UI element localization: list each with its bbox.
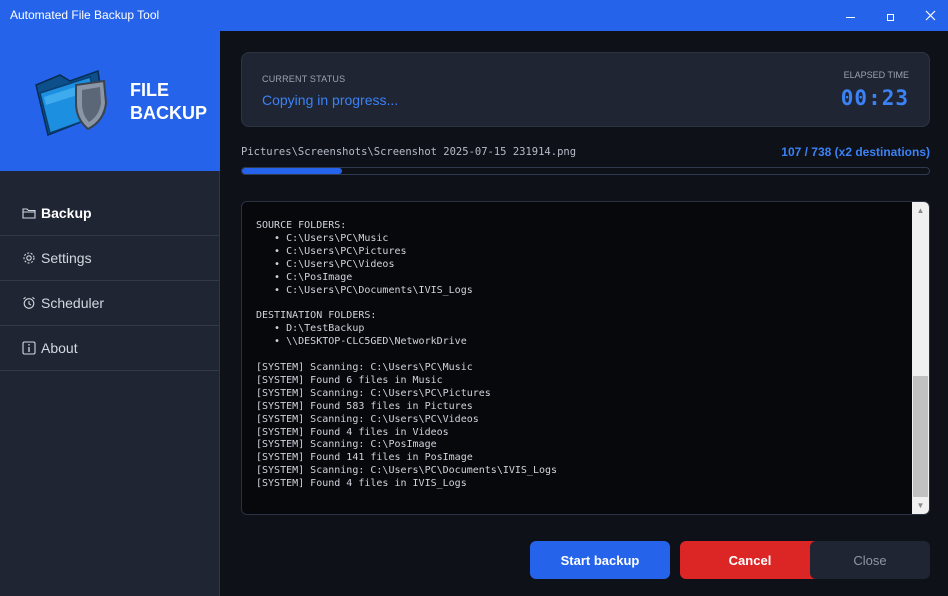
log-line: • C:\Users\PC\Pictures [256,245,407,257]
log-line: • C:\Users\PC\Videos [256,258,395,270]
minimize-icon [845,16,855,18]
sidebar-item-label: Settings [41,250,92,266]
sidebar-item-about[interactable]: About [0,326,220,371]
sidebar-item-backup[interactable]: Backup [0,191,220,236]
minimize-button[interactable] [830,0,870,31]
log-line: [SYSTEM] Found 4 files in Videos [256,426,449,438]
maximize-icon [886,13,894,21]
sidebar-item-label: Backup [41,205,92,221]
info-icon [22,341,36,355]
elapsed-time-label: ELAPSED TIME [843,70,909,80]
sidebar-item-settings[interactable]: Settings [0,236,220,281]
close-icon [925,10,935,21]
scroll-thumb[interactable] [913,376,928,497]
status-card: CURRENT STATUS Copying in progress... EL… [241,52,930,127]
folder-shield-logo [35,69,108,137]
gear-icon [22,251,36,265]
current-status-label: CURRENT STATUS [262,74,346,84]
window-close-button[interactable] [910,0,948,31]
file-count: 107 / 738 (x2 destinations) [781,145,930,159]
folder-icon [22,206,36,220]
sidebar: FILE BACKUP Backup Settings Scheduler Ab… [0,31,220,596]
log-line: [SYSTEM] Scanning: C:\PosImage [256,439,437,451]
maximize-button[interactable] [870,0,910,31]
brand-header: FILE BACKUP [0,31,220,171]
close-button[interactable]: Close [810,541,930,579]
log-line: [SYSTEM] Scanning: C:\Users\PC\Videos [256,413,479,425]
brand-title-line2: BACKUP [130,103,208,123]
current-status-value: Copying in progress... [262,92,399,108]
log-scrollbar[interactable]: ▲ ▼ [912,202,929,514]
log-line: • C:\Users\PC\Documents\IVIS_Logs [256,284,473,296]
progress-bar [241,167,930,175]
log-line: DESTINATION FOLDERS: [256,310,377,322]
log-line: [SYSTEM] Found 141 files in PosImage [256,452,473,464]
current-file-path: Pictures\Screenshots\Screenshot 2025-07-… [241,146,577,158]
brand-title-line1: FILE [130,80,169,100]
start-backup-button[interactable]: Start backup [530,541,670,579]
scroll-up-icon[interactable]: ▲ [912,202,929,219]
log-line: SOURCE FOLDERS: [256,220,347,231]
log-line: [SYSTEM] Scanning: C:\Users\PC\Documents… [256,465,558,477]
title-bar: Automated File Backup Tool [0,0,948,31]
sidebar-item-label: About [41,340,78,356]
scroll-down-icon[interactable]: ▼ [912,497,929,514]
log-text: SOURCE FOLDERS: • C:\Users\PC\Music • C:… [256,220,557,491]
log-line: • \\DESKTOP-CLC5GED\NetworkDrive [256,336,467,348]
cancel-button[interactable]: Cancel [680,541,820,579]
window-title: Automated File Backup Tool [10,8,160,22]
brand-title: FILE BACKUP [130,79,207,125]
log-line: [SYSTEM] Found 583 files in Pictures [256,400,473,412]
sidebar-item-scheduler[interactable]: Scheduler [0,281,220,326]
log-line: • D:\TestBackup [256,323,365,335]
alarm-clock-icon [22,296,36,310]
log-line: [SYSTEM] Found 4 files in IVIS_Logs [256,478,467,490]
log-line: • C:\Users\PC\Music [256,232,389,244]
log-line: [SYSTEM] Found 6 files in Music [256,374,443,386]
sidebar-nav: Backup Settings Scheduler About [0,191,220,371]
sidebar-item-label: Scheduler [41,295,105,311]
log-line: [SYSTEM] Scanning: C:\Users\PC\Pictures [256,387,491,399]
log-line: • C:\PosImage [256,271,353,283]
log-line: [SYSTEM] Scanning: C:\Users\PC\Music [256,361,473,373]
log-panel[interactable]: SOURCE FOLDERS: • C:\Users\PC\Music • C:… [241,201,930,515]
elapsed-time-value: 00:23 [840,86,909,110]
progress-fill [242,168,342,174]
